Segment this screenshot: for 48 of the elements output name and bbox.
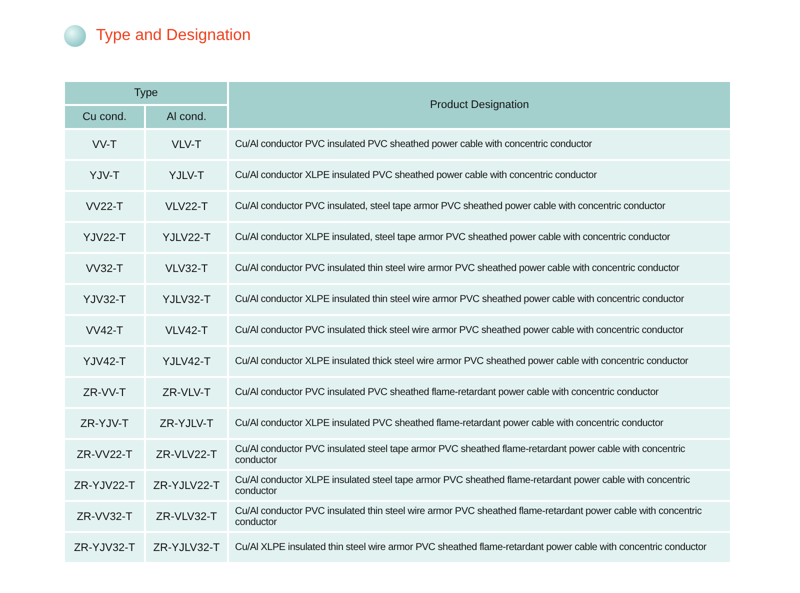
table-cell: VV22-T (64, 191, 145, 222)
table-cell: YJV32-T (64, 284, 145, 315)
table-cell: ZR-YJLV32-T (145, 532, 228, 563)
table-cell: YJLV22-T (145, 222, 228, 253)
table-cell: ZR-VV22-T (64, 439, 145, 470)
table-cell: Cu/Al conductor XLPE insulated thick steel wire armor PVC sheathed power cable with concentric conductor (228, 346, 731, 377)
table-cell: VV32-T (64, 253, 145, 284)
table-cell: ZR-VLV22-T (145, 439, 228, 470)
table-cell: Cu/Al conductor PVC insulated thick steel wire armor PVC sheathed power cable with concentric conductor (228, 315, 731, 346)
table-cell: ZR-VLV-T (145, 377, 228, 408)
table-cell: YJV42-T (64, 346, 145, 377)
table-cell: Cu/Al conductor PVC insulated PVC sheathed power cable with concentric conductor (228, 129, 731, 160)
table-cell: VLV22-T (145, 191, 228, 222)
table-cell: Cu/Al conductor PVC insulated, steel tape armor PVC sheathed power cable with concentric conductor (228, 191, 731, 222)
table-cell: ZR-YJLV-T (145, 408, 228, 439)
table-cell: Cu/Al XLPE insulated thin steel wire armor PVC sheathed flame-retardant power cable with concentric conductor (228, 532, 731, 563)
table-cell: ZR-VLV32-T (145, 501, 228, 532)
table-cell: YJV22-T (64, 222, 145, 253)
table-cell: Cu/Al conductor PVC insulated thin steel wire armor PVC sheathed power cable with concentric conductor (228, 253, 731, 284)
table-cell: Cu/Al conductor PVC insulated PVC sheathed flame-retardant power cable with concentric conductor (228, 377, 731, 408)
table-cell: Cu/Al conductor XLPE insulated PVC sheathed power cable with concentric conductor (228, 160, 731, 191)
table-cell: YJLV42-T (145, 346, 228, 377)
section-title: Type and Designation (96, 27, 251, 45)
circle-bullet-icon (64, 25, 86, 47)
header-cell: Type (64, 81, 228, 105)
table-cell: YJV-T (64, 160, 145, 191)
table-cell: VLV-T (145, 129, 228, 160)
header-cell: Al cond. (145, 105, 228, 129)
header-cell: Cu cond. (64, 105, 145, 129)
table-cell: Cu/Al conductor XLPE insulated steel tape armor PVC sheathed flame-retardant power cable with concentric conductor (228, 470, 731, 501)
table-cell: ZR-VV-T (64, 377, 145, 408)
table-cell: ZR-YJV22-T (64, 470, 145, 501)
table-cell: VLV32-T (145, 253, 228, 284)
table-cell: VV-T (64, 129, 145, 160)
table-cell: Cu/Al conductor PVC insulated steel tape armor PVC sheathed flame-retardant power cable with concentric conductor (228, 439, 731, 470)
table-cell: YJLV-T (145, 160, 228, 191)
table-cell: Cu/Al conductor XLPE insulated thin steel wire armor PVC sheathed power cable with concentric conductor (228, 284, 731, 315)
table-cell: ZR-YJLV22-T (145, 470, 228, 501)
table-cell: ZR-YJV-T (64, 408, 145, 439)
table-cell: Cu/Al conductor XLPE insulated, steel tape armor PVC sheathed power cable with concentric conductor (228, 222, 731, 253)
table-cell: VV42-T (64, 315, 145, 346)
table-cell: ZR-VV32-T (64, 501, 145, 532)
table-cell: Cu/Al conductor PVC insulated thin steel wire armor PVC sheathed flame-retardant power cable with concentric conductor (228, 501, 731, 532)
table-cell: ZR-YJV32-T (64, 532, 145, 563)
table-cell: VLV42-T (145, 315, 228, 346)
table-cell: Cu/Al conductor XLPE insulated PVC sheathed flame-retardant power cable with concentric conductor (228, 408, 731, 439)
table-cell: YJLV32-T (145, 284, 228, 315)
header-cell: Product Designation (228, 81, 731, 129)
